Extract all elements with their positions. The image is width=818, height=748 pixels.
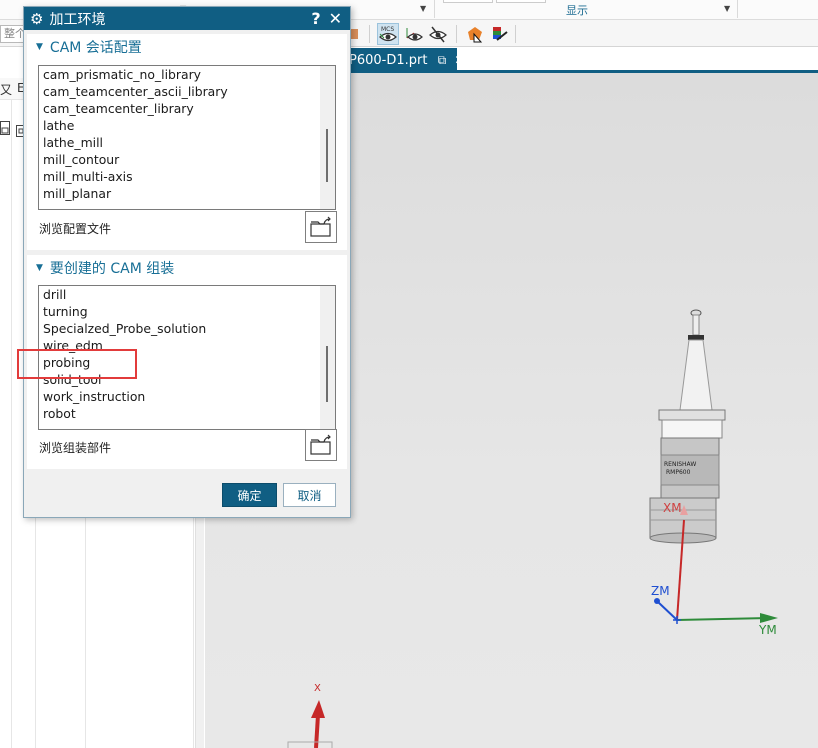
list-item[interactable]: drill bbox=[39, 286, 335, 303]
list-item[interactable]: robot bbox=[39, 405, 335, 422]
svg-text:RMP600: RMP600 bbox=[666, 469, 691, 476]
list-scrollbar[interactable] bbox=[320, 66, 335, 209]
browse-config-file-label: 浏览配置文件 bbox=[39, 222, 112, 236]
list-item[interactable]: cam_teamcenter_ascii_library bbox=[39, 83, 335, 100]
tab-label: P600-D1.prt bbox=[349, 53, 428, 68]
toolbar-separator bbox=[456, 25, 457, 43]
nx-cam-window: ▼ ▼ 显示 ▼ 整个 MCS bbox=[0, 0, 818, 748]
wcs-x-arrow bbox=[287, 700, 333, 748]
x-axis-label: X bbox=[314, 683, 321, 694]
toolbar-separator bbox=[515, 25, 516, 43]
scrollbar-thumb[interactable] bbox=[326, 129, 328, 182]
list-item[interactable]: work_instruction bbox=[39, 388, 335, 405]
column-header-fragment[interactable]: 又 bbox=[0, 81, 12, 98]
ribbon-separator bbox=[737, 0, 738, 18]
zm-axis-label: ZM bbox=[651, 584, 670, 598]
gear-icon: ⚙ bbox=[30, 9, 44, 28]
svg-text:RENISHAW: RENISHAW bbox=[664, 461, 696, 468]
browse-assembly-part-label: 浏览组装部件 bbox=[39, 441, 112, 455]
zm-handle bbox=[654, 598, 660, 604]
list-item[interactable]: lathe bbox=[39, 117, 335, 134]
probe-model: RENISHAW RMP600 bbox=[649, 309, 726, 544]
list-item[interactable]: Specialzed_Probe_solution bbox=[39, 320, 335, 337]
mcs-eye-icon[interactable]: MCS bbox=[377, 23, 399, 45]
save-icon[interactable] bbox=[0, 120, 10, 139]
scrollbar-thumb[interactable] bbox=[326, 346, 328, 402]
browse-config-file-button[interactable] bbox=[305, 211, 337, 243]
close-button[interactable]: ✕ bbox=[329, 9, 342, 28]
tab-p600-d1-prt[interactable]: P600-D1.prt ⧉ ✕ bbox=[345, 48, 464, 72]
ribbon-dropdown-arrow-icon[interactable]: ▼ bbox=[420, 4, 426, 13]
xm-axis-label: XM bbox=[663, 501, 682, 515]
ym-axis bbox=[676, 617, 771, 621]
machining-environment-dialog: ⚙ 加工环境 ? ✕ ▼ CAM 会话配置 cam_prismatic_no_l… bbox=[23, 6, 351, 518]
list-scrollbar[interactable] bbox=[320, 286, 335, 429]
grid-line bbox=[11, 100, 12, 748]
cam-session-config-header[interactable]: ▼ CAM 会话配置 bbox=[27, 34, 347, 60]
svg-text:MCS: MCS bbox=[381, 26, 394, 33]
help-button[interactable]: ? bbox=[311, 9, 320, 28]
dialog-title: 加工环境 bbox=[49, 11, 106, 28]
cam-setup-header[interactable]: ▼ 要创建的 CAM 组装 bbox=[27, 255, 347, 281]
stacked-layers-icon[interactable] bbox=[488, 23, 510, 45]
section-title: CAM 会话配置 bbox=[49, 40, 142, 56]
browse-assembly-part-button[interactable] bbox=[305, 429, 337, 461]
ok-button[interactable]: 确定 bbox=[222, 483, 277, 507]
display-group-label: 显示 bbox=[566, 4, 588, 17]
pop-out-icon[interactable]: ⧉ bbox=[438, 48, 447, 72]
open-folder-icon bbox=[310, 434, 331, 455]
list-item[interactable]: turning bbox=[39, 303, 335, 320]
collapse-triangle-icon: ▼ bbox=[36, 42, 43, 52]
zm-axis bbox=[657, 601, 678, 621]
list-item[interactable]: cam_prismatic_no_library bbox=[39, 66, 335, 83]
cancel-button[interactable]: 取消 bbox=[283, 483, 336, 507]
list-item[interactable]: cam_teamcenter_library bbox=[39, 100, 335, 117]
ribbon-field[interactable] bbox=[496, 0, 546, 3]
collapse-triangle-icon: ▼ bbox=[36, 263, 43, 273]
list-item[interactable]: mill_multi-axis bbox=[39, 168, 335, 185]
cam-session-config-section: ▼ CAM 会话配置 cam_prismatic_no_library cam_… bbox=[27, 34, 347, 250]
dialog-title-bar[interactable]: ⚙ 加工环境 ? ✕ bbox=[24, 7, 350, 30]
list-item[interactable]: mill_planar bbox=[39, 185, 335, 202]
ribbon-separator bbox=[434, 0, 435, 18]
ym-arrowhead bbox=[760, 613, 778, 623]
close-tab-icon[interactable]: ✕ bbox=[454, 48, 464, 72]
section-title: 要创建的 CAM 组装 bbox=[49, 261, 175, 277]
list-item[interactable]: lathe_mill bbox=[39, 134, 335, 151]
orange-cube-arrow-icon[interactable] bbox=[464, 23, 486, 45]
cam-session-config-list[interactable]: cam_prismatic_no_library cam_teamcenter_… bbox=[38, 65, 336, 210]
toolbar-separator bbox=[369, 25, 370, 43]
hide-eye-icon[interactable] bbox=[427, 23, 449, 45]
ym-axis-label: YM bbox=[759, 623, 777, 637]
probing-highlight-box bbox=[17, 349, 137, 379]
open-folder-icon bbox=[310, 216, 331, 237]
list-item[interactable]: mill_contour bbox=[39, 151, 335, 168]
show-eye-icon[interactable] bbox=[403, 23, 425, 45]
display-dropdown-arrow-icon[interactable]: ▼ bbox=[724, 4, 730, 13]
ribbon-field[interactable] bbox=[443, 0, 493, 3]
